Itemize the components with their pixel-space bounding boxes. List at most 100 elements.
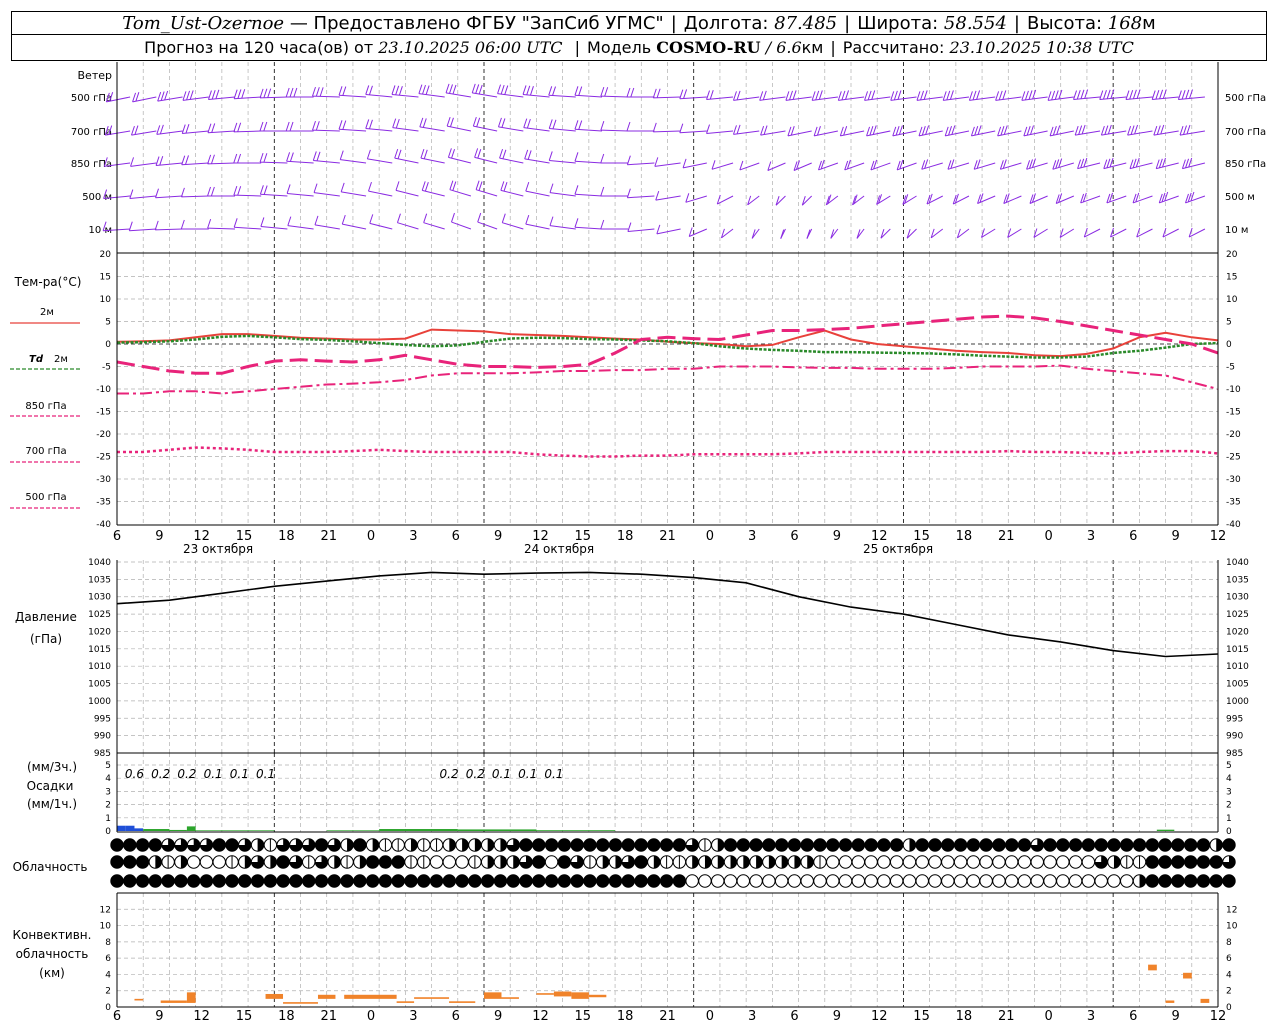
wind-barb-feather xyxy=(1135,157,1140,168)
cloud-symbol xyxy=(544,838,559,852)
cloud-symbol xyxy=(135,855,150,869)
meteogram-svg: 500 гПа 500 гПа 700 гПа 700 гПа 850 гПа 850 г… xyxy=(10,62,1266,1024)
day-label: 25 октября xyxy=(863,542,933,556)
wind-barb-feather xyxy=(811,91,816,101)
pressure-tick-label: 990 xyxy=(1226,732,1243,742)
wind-barb-feather xyxy=(1155,90,1160,100)
wind-barb-feather xyxy=(418,84,423,94)
wind-barb-feather xyxy=(578,120,583,130)
cloud-symbol xyxy=(685,855,699,869)
pressure-tick-label: 1015 xyxy=(88,645,111,655)
cloud-symbol xyxy=(135,874,150,888)
hour-tick-label: 3 xyxy=(748,529,756,544)
wind-barb-feather xyxy=(1160,124,1165,135)
cloud-symbol xyxy=(941,838,955,852)
wind-barb-feather xyxy=(869,126,874,136)
cloud-symbol-fill xyxy=(500,838,507,852)
wind-barb xyxy=(1125,89,1153,101)
wind-barb-feather xyxy=(1074,125,1079,136)
temp-tick-label: 15 xyxy=(1226,273,1237,283)
wind-barb xyxy=(1153,124,1179,136)
wind-barb xyxy=(154,220,183,231)
wind-barb-feather xyxy=(1127,125,1132,136)
wind-barb-feather xyxy=(790,126,795,136)
cloud-symbol xyxy=(570,838,584,852)
hour-tick-label: 0 xyxy=(1044,1009,1052,1024)
convective-bar xyxy=(160,1000,187,1003)
temp-tick-label: 5 xyxy=(105,318,111,328)
wind-barb-feather xyxy=(1106,89,1111,99)
wind-barb-feather xyxy=(947,160,952,170)
wind-barb-feather xyxy=(916,91,921,101)
wind-barb xyxy=(471,83,498,98)
wind-barb-feather xyxy=(841,90,846,101)
cloud-symbol-fill xyxy=(596,838,609,852)
cloud-symbol xyxy=(736,838,750,852)
cloud-symbol xyxy=(455,838,469,852)
cloud-symbol-fill xyxy=(359,855,367,869)
hour-tick-label: 12 xyxy=(532,1009,549,1024)
wind-barb-feather xyxy=(950,159,955,169)
cloud-symbol-fill xyxy=(1113,855,1121,869)
wind-barb-feather xyxy=(1162,157,1166,168)
conv-title-a: Конвективн. xyxy=(13,928,92,942)
hour-tick-label: 9 xyxy=(833,529,841,544)
wind-barb-feather xyxy=(1181,90,1186,100)
cloud-symbol xyxy=(212,874,226,888)
wind-barb-feather xyxy=(1076,90,1081,100)
hour-tick-label: 12 xyxy=(193,1009,210,1024)
cloud-symbol-fill xyxy=(807,855,814,869)
wind-barb xyxy=(1103,157,1127,170)
convective-bar xyxy=(588,994,607,998)
cloud-symbol-fill xyxy=(916,838,929,852)
wind-barb-feather xyxy=(422,84,426,95)
cloud-symbol xyxy=(263,855,278,869)
cloud-symbol-fill xyxy=(410,838,418,852)
hour-tick-label: 3 xyxy=(409,529,417,544)
cloud-symbol xyxy=(123,838,137,852)
cloud-symbol xyxy=(1196,874,1211,888)
cloud-symbol-circle xyxy=(1107,874,1121,888)
pressure-tick-label: 1020 xyxy=(1226,627,1249,637)
wind-barb-feather xyxy=(1002,159,1007,169)
hour-tick-label: 0 xyxy=(1044,529,1052,544)
precip-bar xyxy=(457,829,537,831)
wind-barb-staff xyxy=(181,195,209,198)
cloud-symbol xyxy=(417,855,431,869)
hour-tick-label: 18 xyxy=(956,1009,973,1024)
cloud-symbol-fill xyxy=(1018,838,1031,852)
cloud-symbol xyxy=(877,855,891,869)
cloud-symbol xyxy=(1030,874,1044,888)
cloud-symbol xyxy=(800,838,814,852)
wind-barb-feather xyxy=(135,92,140,102)
cloud-symbol-fill xyxy=(717,838,724,852)
cloud-symbol xyxy=(1120,855,1134,869)
temp-tick-label: -5 xyxy=(102,363,111,373)
wind-barb-feather xyxy=(1077,159,1082,169)
wind-barb xyxy=(1179,124,1205,136)
cloud-symbol xyxy=(928,855,942,869)
wind-barb-feather xyxy=(211,123,216,133)
wind-barb-staff xyxy=(342,223,367,230)
cloud-symbol xyxy=(787,855,802,869)
wind-barb-feather xyxy=(785,91,790,101)
cloud-symbol xyxy=(698,855,712,869)
cloud-symbol-fill xyxy=(979,838,993,852)
cloud-symbol xyxy=(532,855,546,869)
wind-title: Ветер xyxy=(78,69,112,82)
wind-barb xyxy=(340,182,367,197)
precip-3h-label: 0.2 xyxy=(151,767,170,781)
cloud-symbol-circle xyxy=(889,855,904,869)
cloud-symbol-fill xyxy=(954,838,967,852)
cloud-symbol-fill xyxy=(1171,874,1185,888)
wind-barb-feather xyxy=(286,152,291,162)
wind-barb xyxy=(1129,157,1153,170)
cloud-symbol xyxy=(302,838,316,852)
cloud-symbol-circle xyxy=(928,855,942,869)
wind-barb xyxy=(419,117,445,132)
wind-barb-feather xyxy=(789,90,793,101)
wind-barb-feather xyxy=(342,120,347,130)
wind-barb-feather xyxy=(1107,124,1112,135)
wind-barb xyxy=(892,125,917,137)
wind-barb-staff xyxy=(502,222,524,230)
